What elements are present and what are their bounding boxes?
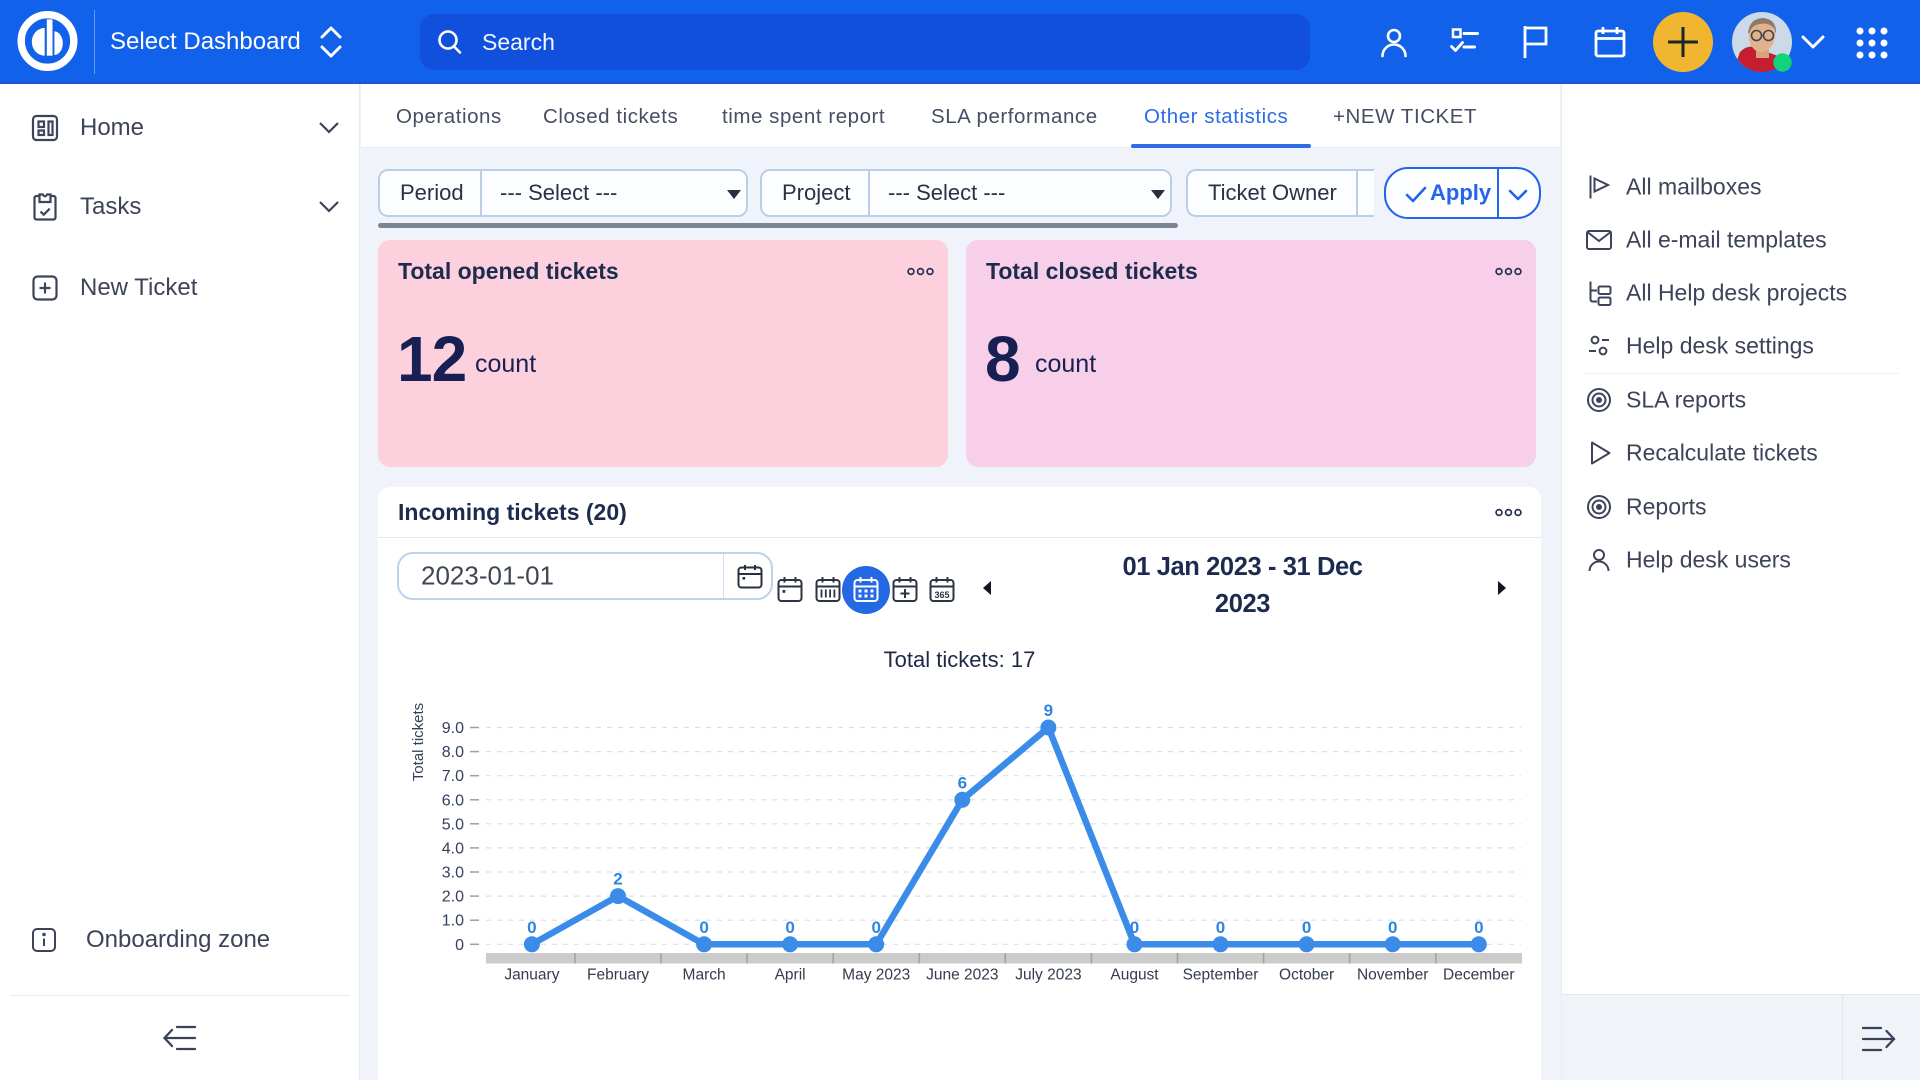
svg-text:May 2023: May 2023 (842, 967, 910, 984)
svg-text:3.0: 3.0 (442, 865, 464, 882)
svg-text:9: 9 (1044, 701, 1053, 720)
svg-text:July 2023: July 2023 (1015, 967, 1081, 984)
svg-text:February: February (587, 967, 649, 984)
svg-text:0: 0 (1216, 918, 1225, 937)
svg-text:0: 0 (1388, 918, 1397, 937)
svg-text:January: January (504, 967, 559, 984)
svg-text:0: 0 (455, 937, 464, 954)
svg-text:0: 0 (699, 918, 708, 937)
svg-text:2: 2 (613, 870, 622, 889)
svg-text:September: September (1183, 967, 1259, 984)
svg-text:0: 0 (1474, 918, 1483, 937)
svg-text:June 2023: June 2023 (926, 967, 998, 984)
svg-text:December: December (1443, 967, 1515, 984)
svg-text:0: 0 (871, 918, 880, 937)
svg-text:August: August (1110, 967, 1159, 984)
svg-text:9.0: 9.0 (442, 720, 464, 737)
svg-text:0: 0 (1130, 918, 1139, 937)
svg-text:0: 0 (785, 918, 794, 937)
svg-text:8.0: 8.0 (442, 744, 464, 761)
svg-text:0: 0 (1302, 918, 1311, 937)
svg-text:Total tickets: Total tickets (410, 703, 427, 781)
svg-text:1.0: 1.0 (442, 913, 464, 930)
svg-text:April: April (775, 967, 806, 984)
svg-text:March: March (683, 967, 726, 984)
svg-text:5.0: 5.0 (442, 816, 464, 833)
svg-text:365: 365 (934, 590, 949, 600)
svg-text:0: 0 (527, 918, 536, 937)
svg-text:7.0: 7.0 (442, 768, 464, 785)
svg-text:November: November (1357, 967, 1429, 984)
svg-text:6: 6 (958, 773, 967, 792)
svg-text:4.0: 4.0 (442, 840, 464, 857)
svg-text:October: October (1279, 967, 1334, 984)
svg-text:2.0: 2.0 (442, 889, 464, 906)
svg-text:6.0: 6.0 (442, 792, 464, 809)
